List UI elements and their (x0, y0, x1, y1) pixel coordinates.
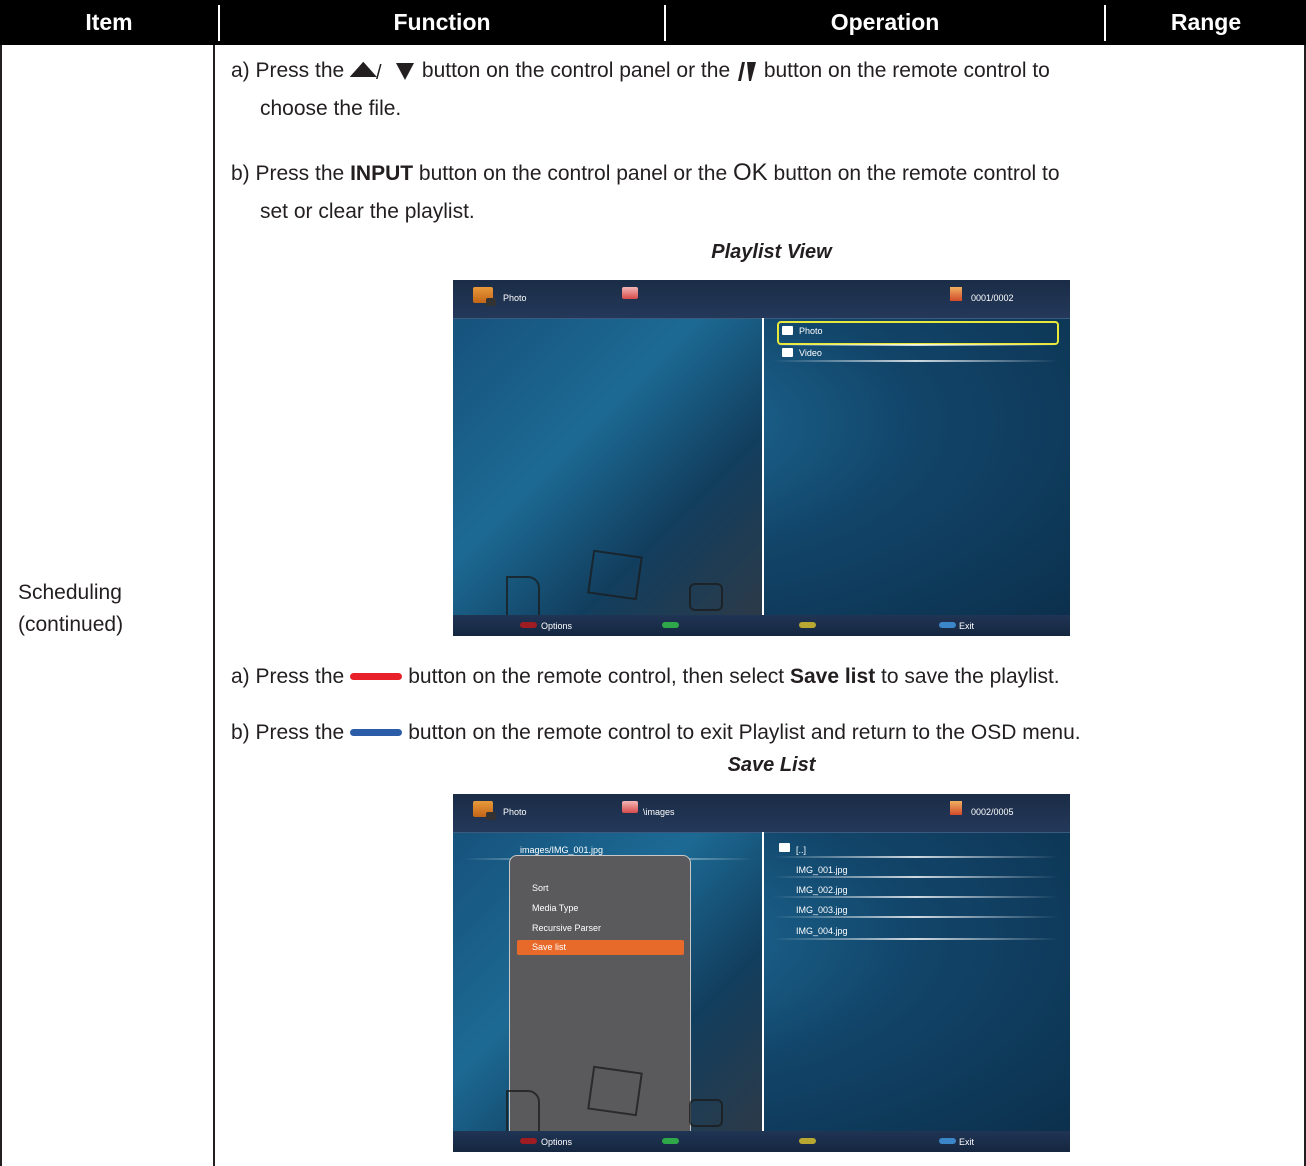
playlist-view-screenshot: Photo 0001/0002 Photo Video Options Exit (453, 280, 1070, 636)
table-border-left (0, 45, 2, 1166)
folder-icon (622, 287, 638, 299)
photo-icon (473, 287, 496, 306)
path-label: \images (643, 807, 675, 817)
step-a-choose-file: a) Press the / button on the control pan… (231, 59, 1050, 120)
list-item[interactable]: IMG_003.jpg (796, 905, 848, 915)
header-function: Function (393, 9, 491, 35)
file-counter: 0001/0002 (971, 293, 1014, 303)
menu-item-recursive-parser[interactable]: Recursive Parser (532, 923, 601, 933)
save-list-screenshot: Photo \images 0002/0005 images/IMG_001.j… (453, 794, 1070, 1152)
exit-hint: Exit (959, 621, 975, 631)
camera-icon (689, 1099, 723, 1127)
step-b-exit-playlist: b) Press the button on the remote control… (231, 721, 1081, 744)
file-icon (950, 801, 962, 815)
header-range: Range (1170, 9, 1242, 35)
item-continued: (continued) (18, 613, 124, 636)
divider (773, 916, 1058, 918)
yellow-key-icon (799, 622, 816, 628)
save-list-label: Save list (789, 665, 876, 688)
list-item[interactable]: Video (799, 348, 822, 358)
list-item[interactable]: [..] (796, 845, 806, 855)
list-item[interactable]: IMG_002.jpg (796, 885, 848, 895)
file-counter: 0002/0005 (971, 807, 1014, 817)
list-item[interactable]: IMG_001.jpg (796, 865, 848, 875)
list-item[interactable]: Photo (799, 326, 823, 336)
ok-button-label: OK (732, 159, 768, 186)
menu-item-sort[interactable]: Sort (532, 883, 549, 893)
folder-icon (779, 843, 790, 852)
divider (773, 360, 1058, 362)
osd-footer: Options Exit (453, 615, 1070, 636)
yellow-key-icon (799, 1138, 816, 1144)
red-button-icon (350, 672, 403, 680)
blue-key-icon (939, 622, 956, 628)
current-file-path: images/IMG_001.jpg (520, 845, 604, 855)
input-button-label: INPUT (350, 162, 414, 185)
osd-footer: Options Exit (453, 1131, 1070, 1152)
photo-icon (473, 801, 496, 820)
down-arrow-icon (396, 63, 415, 81)
film-icon (587, 549, 643, 601)
green-key-icon (662, 622, 679, 628)
caption-save-list: Save List (727, 754, 816, 776)
options-hint: Options (541, 1137, 573, 1147)
blue-key-icon (939, 1138, 956, 1144)
table-header: Item Function Operation Range (0, 0, 1306, 45)
divider (773, 938, 1058, 940)
file-icon (950, 287, 962, 301)
item-cell: Scheduling (continued) (18, 577, 123, 641)
folder-icon (622, 801, 638, 813)
pane-divider (762, 318, 764, 615)
divider (773, 856, 1058, 858)
header-operation: Operation (830, 9, 940, 35)
folder-icon (782, 326, 793, 335)
exit-hint: Exit (959, 1137, 975, 1147)
list-item[interactable]: IMG_004.jpg (796, 926, 848, 936)
up-down-remote-icon (737, 62, 756, 82)
folder-icon (782, 348, 793, 357)
source-label: Photo (503, 293, 527, 303)
options-hint: Options (541, 621, 573, 631)
table-border-col (213, 45, 215, 1166)
green-key-icon (662, 1138, 679, 1144)
red-key-icon (520, 1138, 537, 1144)
step-a-save-list: a) Press the button on the remote control… (231, 665, 1060, 688)
menu-item-save-list[interactable]: Save list (517, 940, 684, 955)
svg-text:/: / (376, 62, 382, 82)
source-label: Photo (503, 807, 527, 817)
red-key-icon (520, 622, 537, 628)
film-icon (587, 1065, 643, 1117)
osd-topbar: Photo 0001/0002 (453, 280, 1070, 319)
header-item: Item (85, 9, 133, 35)
up-down-arrow-icon: / (350, 62, 382, 82)
camera-icon (689, 583, 723, 611)
divider (773, 896, 1058, 898)
caption-playlist-view: Playlist View (711, 241, 832, 263)
pane-divider (762, 832, 764, 1131)
menu-item-media-type[interactable]: Media Type (532, 903, 578, 913)
menu-item-label: Save list (532, 942, 567, 952)
music-icon (506, 1090, 540, 1134)
divider (773, 344, 1058, 346)
blue-button-icon (350, 728, 403, 736)
item-name: Scheduling (18, 581, 122, 604)
step-b-set-playlist: b) Press the INPUT button on the control… (231, 159, 1060, 223)
osd-topbar: Photo \images 0002/0005 (453, 794, 1070, 833)
music-icon (506, 576, 540, 620)
divider (773, 876, 1058, 878)
